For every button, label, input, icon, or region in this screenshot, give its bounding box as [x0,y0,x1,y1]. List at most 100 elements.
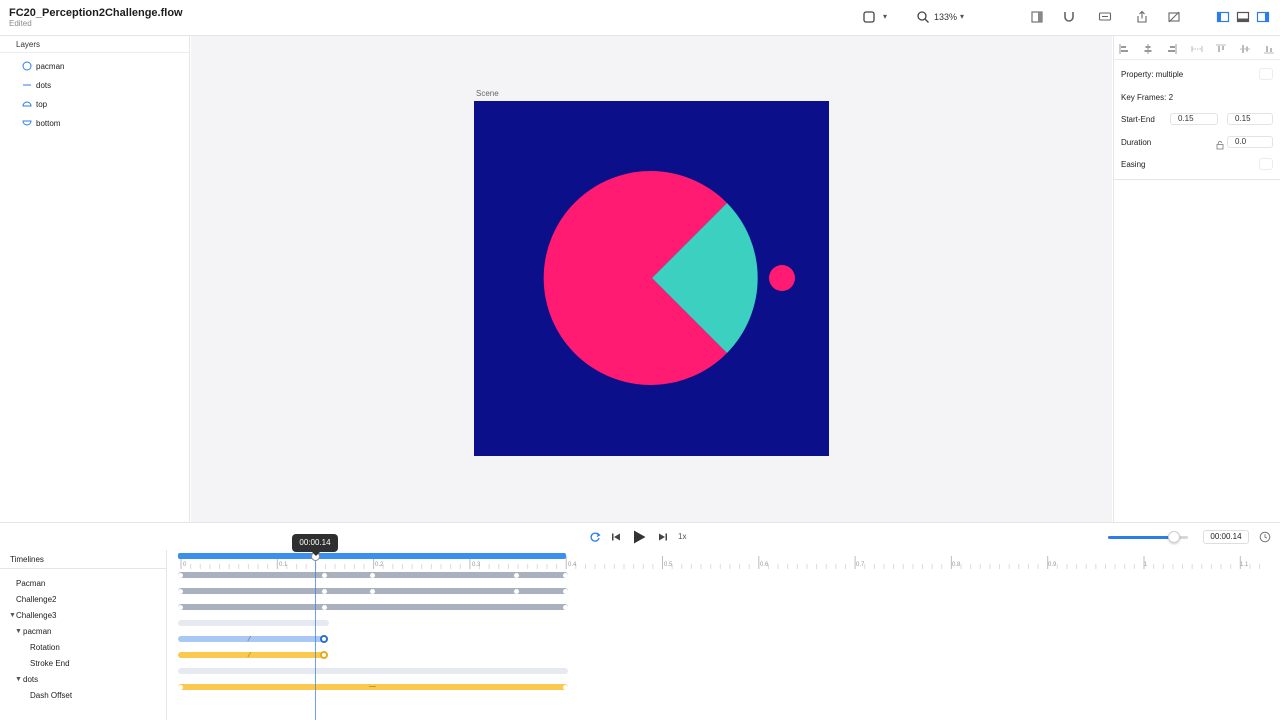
selected-range-bar[interactable] [178,553,566,559]
layers-header: Layers [16,40,41,49]
volume-slider-fill [1108,536,1174,539]
keyframe[interactable] [370,588,375,594]
scene-drawing [543,171,795,386]
keyframes-label: Key Frames: 2 [1121,93,1174,102]
start-value-field[interactable]: 0.15 [1170,113,1218,125]
loop-icon[interactable] [588,530,602,544]
shape-tool-icon[interactable] [862,10,876,24]
timeline-row-pacman-layer[interactable]: pacman [23,627,51,636]
timeline-row-dash-offset[interactable]: Dash Offset [30,691,72,700]
timeline-bar-stroke-end[interactable] [178,652,326,658]
timeline-track-area[interactable]: 0 0.1 0.2 0.3 0.4 0.5 0.6 0.7 0.8 0.9 1 … [167,550,1280,720]
pac-dot[interactable] [769,265,795,291]
timeline-bar-challenge3[interactable] [178,604,568,610]
property-swatch[interactable] [1259,68,1273,80]
ruler-label: 0.5 [664,562,673,568]
layer-item-top[interactable]: top [22,97,47,111]
volume-slider-knob[interactable] [1167,531,1180,543]
playback-speed[interactable]: 1x [678,532,686,541]
skip-back-icon[interactable] [610,530,622,544]
ruler-label: 0 [183,562,187,568]
align-center-h-icon[interactable] [1142,42,1154,54]
keyframe[interactable] [178,684,183,690]
line-icon [22,80,32,90]
share-icon[interactable] [1135,10,1149,24]
zoom-magnifier-icon[interactable] [916,10,930,24]
disclosure-triangle-icon[interactable]: ▼ [15,676,22,683]
layer-item-bottom[interactable]: bottom [22,116,60,130]
scene-artboard[interactable] [474,101,829,456]
timeline-row-challenge3[interactable]: Challenge3 [16,611,56,620]
timeline-row-dots-layer[interactable]: dots [23,675,38,684]
timeline-row-challenge2[interactable]: Challenge2 [16,595,56,604]
disclosure-triangle-icon[interactable]: ▼ [9,612,16,619]
align-bottom-icon[interactable] [1263,42,1275,54]
left-panel-toggle-icon[interactable] [1216,10,1230,24]
half-circle-top-icon [22,99,32,109]
half-circle-bottom-icon [22,118,32,128]
volume-slider[interactable] [1108,531,1188,543]
end-value-field[interactable]: 0.15 [1227,113,1273,125]
align-middle-icon[interactable] [1239,42,1251,54]
timelines-panel: Timelines Pacman Challenge2 ▼ Challenge3… [0,550,1280,720]
zoom-level[interactable]: 133% [934,12,957,22]
layer-label: bottom [36,118,61,128]
app-window: FC20_Perception2Challenge.flow Edited ▾ … [0,0,1280,720]
ruler-label: 1.1 [1240,562,1249,568]
align-left-icon[interactable] [1118,42,1130,54]
clock-icon[interactable] [1258,530,1272,544]
layer-label: top [36,99,48,109]
canvas-area[interactable]: Scene [191,36,1112,522]
timeline-bar-dots-layer[interactable] [178,668,568,674]
layer-label: dots [36,80,52,90]
skip-forward-icon[interactable] [657,530,669,544]
keyframe[interactable] [322,572,327,578]
keyframe[interactable] [563,604,568,610]
right-panel-toggle-icon[interactable] [1256,10,1270,24]
timeline-bar-pacman-layer[interactable] [178,620,329,626]
disclosure-triangle-icon[interactable]: ▼ [15,628,22,635]
keyframe[interactable] [370,572,375,578]
keyframe[interactable] [178,604,183,610]
playhead[interactable] [315,558,316,720]
lock-icon[interactable] [1215,137,1225,150]
easing-picker[interactable] [1259,158,1273,170]
layer-item-pacman[interactable]: pacman [22,59,64,73]
easing-curve-icon: — [369,683,376,690]
duration-field[interactable]: 0.0 [1227,136,1273,148]
play-icon[interactable] [632,530,646,544]
ruler-label: 0.7 [856,562,865,568]
distribute-h-icon[interactable] [1191,42,1203,54]
timeline-bar-rotation[interactable] [178,636,326,642]
keyframe[interactable] [514,572,519,578]
inspector-panel-icon[interactable] [1030,10,1044,24]
keyframe[interactable] [514,588,519,594]
keyframe[interactable] [322,604,327,610]
keyframe[interactable] [563,572,568,578]
preview-off-icon[interactable] [1167,10,1181,24]
ruler-label: 0.1 [279,562,288,568]
layer-item-dots[interactable]: dots [22,78,51,92]
timeline-row-stroke-end[interactable]: Stroke End [30,659,70,668]
ruler-label: 0.6 [760,562,769,568]
keyframe[interactable] [563,684,568,690]
align-right-icon[interactable] [1166,42,1178,54]
magnet-icon[interactable] [1062,10,1076,24]
toolbar: FC20_Perception2Challenge.flow Edited ▾ … [0,0,1280,36]
timeline-row-pacman[interactable]: Pacman [16,579,45,588]
comment-icon[interactable] [1098,10,1112,24]
timeline-row-rotation[interactable]: Rotation [30,643,60,652]
current-time-field[interactable]: 00:00.14 [1203,530,1249,544]
keyframe-selected[interactable] [320,651,328,659]
keyframe[interactable] [178,588,183,594]
zoom-chevron-down-icon[interactable]: ▾ [960,12,964,21]
keyframe-selected[interactable] [320,635,328,643]
align-top-icon[interactable] [1215,42,1227,54]
timelines-header: Timelines [10,555,44,564]
keyframe[interactable] [322,588,327,594]
shape-tool-chevron-down-icon[interactable]: ▾ [883,12,887,21]
ruler-label: 1 [1144,562,1148,568]
keyframe[interactable] [563,588,568,594]
keyframe[interactable] [178,572,183,578]
bottom-panel-toggle-icon[interactable] [1236,10,1250,24]
